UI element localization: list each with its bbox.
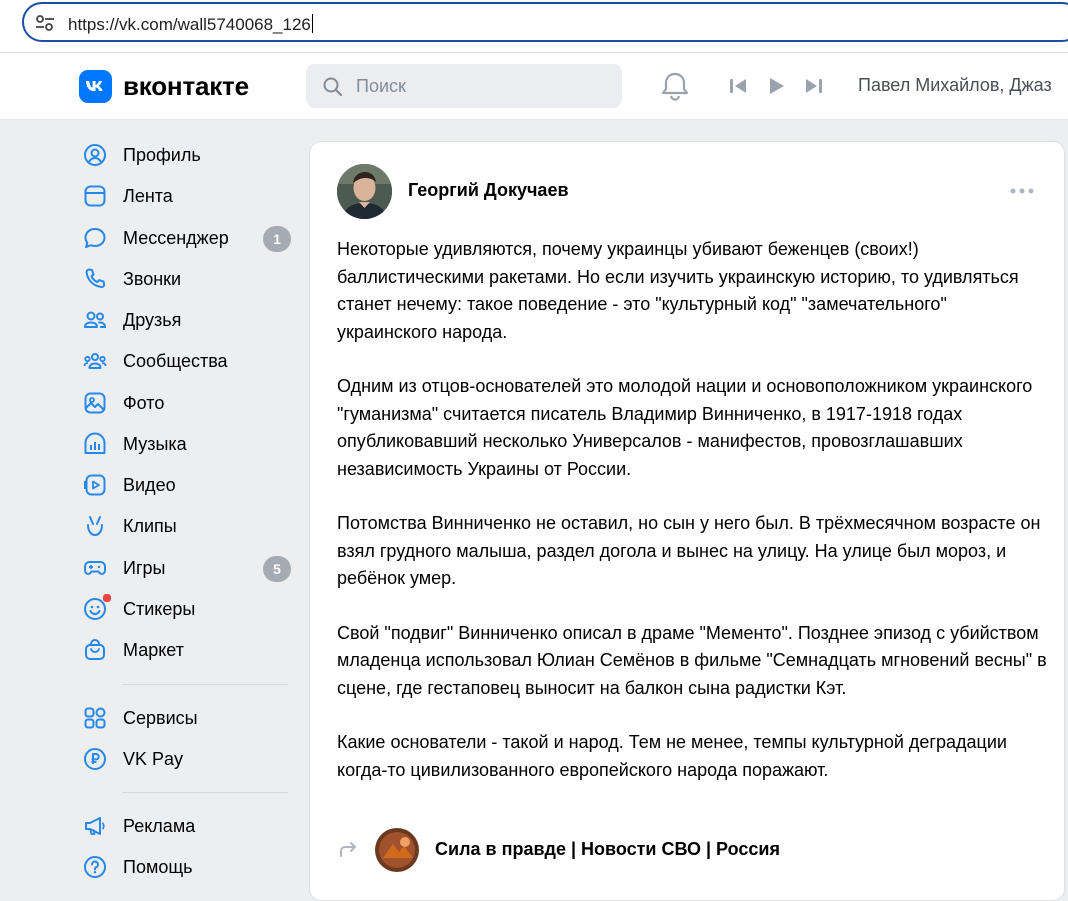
sidebar-item-calls[interactable]: Звонки bbox=[80, 261, 295, 297]
feed-icon bbox=[84, 185, 106, 207]
sidebar-divider bbox=[122, 792, 288, 793]
new-stickers-dot bbox=[102, 593, 112, 603]
games-count-badge: 5 bbox=[263, 556, 291, 582]
sidebar-item-label: Стикеры bbox=[123, 599, 196, 619]
sidebar-item-games[interactable]: Игры 5 bbox=[80, 550, 295, 586]
sidebar-item-label: Помощь bbox=[123, 857, 193, 877]
source-community-name[interactable]: Сила в правде | Новости СВО | Россия bbox=[435, 839, 780, 860]
sidebar-item-label: Сообщества bbox=[123, 351, 228, 371]
site-settings-icon[interactable] bbox=[34, 13, 56, 38]
sidebar-item-video[interactable]: Видео bbox=[80, 467, 295, 503]
post-paragraph: Некоторые удивляются, почему украинцы уб… bbox=[337, 239, 1019, 342]
music-icon bbox=[84, 432, 106, 454]
vkpay-icon bbox=[84, 748, 106, 770]
post-author-name[interactable]: Георгий Докучаев bbox=[408, 180, 569, 201]
post-paragraph: Потомства Винниченко не оставил, но сын … bbox=[337, 513, 1041, 588]
url-text[interactable]: https://vk.com/wall5740068_126 bbox=[68, 14, 313, 35]
post-paragraph: Какие основатели - такой и народ. Тем не… bbox=[337, 732, 1007, 780]
sidebar-item-music[interactable]: Музыка bbox=[80, 426, 295, 462]
sidebar-item-ads[interactable]: Реклама bbox=[80, 808, 295, 844]
vk-logo-icon bbox=[79, 70, 112, 103]
sidebar-item-label: Маркет bbox=[123, 640, 184, 660]
sidebar-item-label: Лента bbox=[123, 186, 173, 206]
sidebar-item-photo[interactable]: Фото bbox=[80, 385, 295, 421]
vk-logo[interactable]: вконтакте bbox=[79, 70, 249, 103]
author-avatar[interactable] bbox=[337, 164, 392, 219]
sidebar-item-label: VK Pay bbox=[123, 749, 184, 769]
post-paragraph: Одним из отцов-основателей это молодой н… bbox=[337, 376, 1033, 479]
phone-icon bbox=[85, 268, 106, 289]
sidebar-item-label: Клипы bbox=[123, 516, 177, 536]
market-icon bbox=[85, 639, 105, 660]
search-placeholder: Поиск bbox=[356, 76, 406, 96]
sidebar-item-label: Игры bbox=[123, 558, 166, 578]
audio-player-controls bbox=[728, 77, 824, 100]
ads-icon bbox=[85, 817, 105, 835]
sidebar-item-profile[interactable]: Профиль bbox=[80, 137, 295, 173]
sidebar-item-label: Реклама bbox=[123, 816, 196, 836]
profile-icon bbox=[84, 144, 106, 166]
sidebar-item-clips[interactable]: Клипы bbox=[80, 508, 295, 544]
post-text: Некоторые удивляются, почему украинцы уб… bbox=[337, 236, 1047, 811]
search-input[interactable]: Поиск bbox=[306, 64, 622, 108]
sidebar-item-label: Звонки bbox=[123, 269, 182, 289]
clips-icon bbox=[87, 516, 103, 537]
sidebar-item-label: Видео bbox=[123, 475, 176, 495]
repost-arrow-icon bbox=[337, 840, 359, 865]
sidebar-item-label: Сервисы bbox=[123, 708, 198, 728]
notifications-bell-icon[interactable] bbox=[660, 71, 690, 108]
communities-icon bbox=[83, 353, 107, 369]
unread-count-badge: 1 bbox=[263, 226, 291, 252]
sidebar-item-communities[interactable]: Сообщества bbox=[80, 343, 295, 379]
services-icon bbox=[84, 707, 106, 729]
post-paragraph: Свой "подвиг" Винниченко описал в драме … bbox=[337, 622, 1047, 698]
help-icon bbox=[84, 856, 106, 878]
sidebar-item-label: Музыка bbox=[123, 434, 187, 454]
vk-logo-text: вконтакте bbox=[123, 71, 249, 101]
sidebar-divider bbox=[122, 684, 288, 685]
games-icon bbox=[84, 561, 106, 575]
search-icon bbox=[322, 76, 344, 103]
sidebar-item-stickers[interactable]: Стикеры bbox=[80, 591, 295, 627]
sidebar-item-label: Профиль bbox=[123, 145, 201, 165]
now-playing-track[interactable]: Павел Михайлов, Джаз bbox=[858, 75, 1052, 96]
sidebar-item-label: Друзья bbox=[123, 310, 182, 330]
previous-track-icon[interactable] bbox=[728, 77, 748, 100]
more-options-icon[interactable] bbox=[1010, 182, 1034, 200]
repost-source[interactable]: Сила в правде | Новости СВО | Россия bbox=[337, 828, 1037, 876]
address-bar[interactable]: https://vk.com/wall5740068_126 bbox=[22, 2, 1068, 42]
next-track-icon[interactable] bbox=[804, 77, 824, 100]
source-community-avatar[interactable] bbox=[375, 828, 419, 872]
sidebar-item-market[interactable]: Маркет bbox=[80, 632, 295, 668]
sidebar-item-label: Фото bbox=[123, 393, 165, 413]
sidebar-item-friends[interactable]: Друзья bbox=[80, 302, 295, 338]
messenger-icon bbox=[84, 228, 106, 248]
sidebar-item-vkpay[interactable]: VK Pay bbox=[80, 741, 295, 777]
friends-icon bbox=[84, 311, 107, 328]
browser-toolbar: https://vk.com/wall5740068_126 bbox=[0, 0, 1068, 53]
site-header: вконтакте Поиск Павел Михайлов, Джаз bbox=[0, 53, 1068, 120]
play-icon[interactable] bbox=[766, 77, 786, 100]
sidebar-item-services[interactable]: Сервисы bbox=[80, 700, 295, 736]
sidebar-item-feed[interactable]: Лента bbox=[80, 178, 295, 214]
photo-icon bbox=[84, 392, 106, 414]
video-icon bbox=[84, 474, 106, 496]
sidebar-item-help[interactable]: Помощь bbox=[80, 849, 295, 885]
sidebar-item-messenger[interactable]: Мессенджер 1 bbox=[80, 220, 295, 256]
wall-post: Георгий Докучаев Некоторые удивляются, п… bbox=[309, 141, 1065, 901]
sidebar-item-label: Мессенджер bbox=[123, 228, 229, 248]
